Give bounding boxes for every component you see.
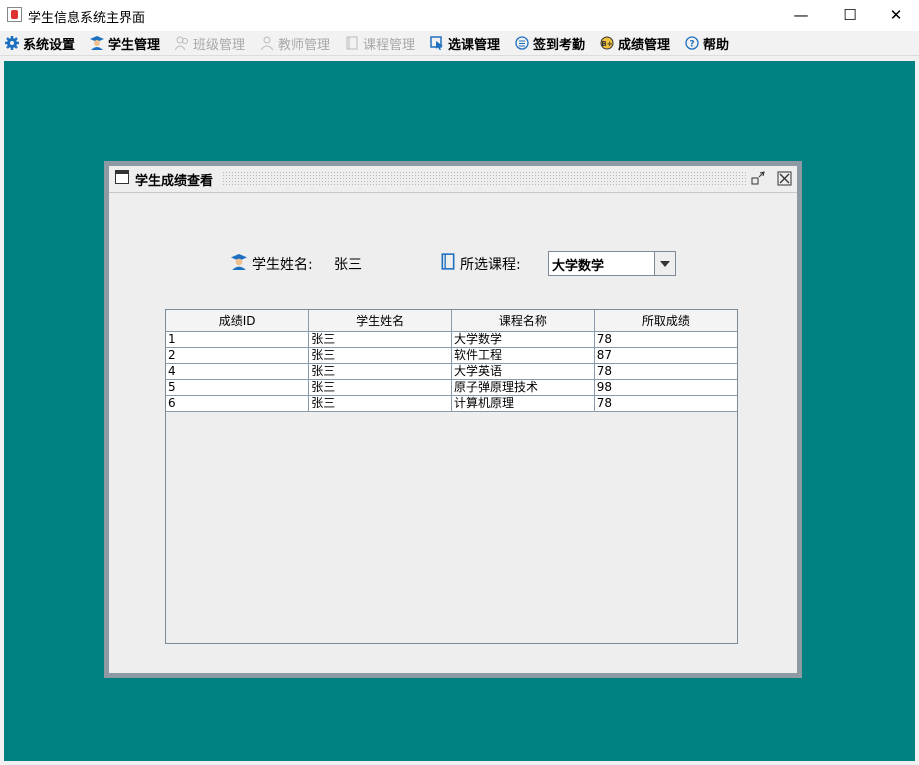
table-row[interactable]: 5 张三 原子弹原理技术 98 xyxy=(166,379,737,396)
menu-label: 教师管理 xyxy=(278,37,331,53)
chevron-down-icon[interactable] xyxy=(654,252,675,275)
iconify-button[interactable] xyxy=(751,171,766,186)
minimize-button[interactable]: — xyxy=(778,0,824,31)
java-app-icon xyxy=(7,7,22,22)
table-row[interactable]: 1 张三 大学数学 78 xyxy=(166,331,737,348)
menu-label: 班级管理 xyxy=(193,37,246,53)
column-header-course-name[interactable]: 课程名称 xyxy=(451,310,595,332)
window-title: 学生信息系统主界面 xyxy=(28,11,146,26)
cell-student-name[interactable]: 张三 xyxy=(308,347,452,364)
maximize-button[interactable]: ☐ xyxy=(827,0,873,31)
cell-course-name[interactable]: 大学数学 xyxy=(451,331,595,348)
cell-score[interactable]: 78 xyxy=(594,363,737,380)
student-icon xyxy=(90,36,104,50)
menu-teacher-management[interactable]: 教师管理 xyxy=(260,34,331,53)
course-icon xyxy=(345,36,359,50)
menu-label: 系统设置 xyxy=(23,37,76,53)
score-table: 成绩ID 学生姓名 课程名称 所取成绩 1 张三 大学数学 78 2 张三 软件… xyxy=(166,310,737,412)
table-row[interactable]: 6 张三 计算机原理 78 xyxy=(166,395,737,412)
cell-course-name[interactable]: 原子弹原理技术 xyxy=(451,379,595,396)
cell-course-name[interactable]: 大学英语 xyxy=(451,363,595,380)
cell-student-name[interactable]: 张三 xyxy=(308,331,452,348)
menu-system-settings[interactable]: 系统设置 xyxy=(5,34,76,53)
internal-frame-titlebar[interactable]: 学生成绩查看 xyxy=(109,166,797,193)
course-label: 所选课程: xyxy=(460,257,521,273)
menu-label: 学生管理 xyxy=(108,37,161,53)
internal-frame: 学生成绩查看 学生姓名: 张三 所选课程: 大学数学 成绩ID 学生姓名 课程名… xyxy=(104,161,802,678)
table-row[interactable]: 4 张三 大学英语 78 xyxy=(166,363,737,380)
titlebar-grip xyxy=(222,171,746,187)
cell-student-name[interactable]: 张三 xyxy=(308,395,452,412)
column-header-score[interactable]: 所取成绩 xyxy=(594,310,737,332)
internal-frame-body: 学生成绩查看 学生姓名: 张三 所选课程: 大学数学 成绩ID 学生姓名 课程名… xyxy=(109,166,797,673)
menu-attendance[interactable]: 签到考勤 xyxy=(515,34,586,53)
cell-student-name[interactable]: 张三 xyxy=(308,379,452,396)
cell-student-name[interactable]: 张三 xyxy=(308,363,452,380)
student-name-value: 张三 xyxy=(334,257,362,273)
cell-score[interactable]: 78 xyxy=(594,331,737,348)
menu-label: 课程管理 xyxy=(363,37,416,53)
class-icon xyxy=(174,36,189,51)
menu-class-management[interactable]: 班级管理 xyxy=(174,34,246,53)
cell-score-id[interactable]: 1 xyxy=(166,331,310,348)
cell-score-id[interactable]: 6 xyxy=(166,395,310,412)
menu-help[interactable]: ? 帮助 xyxy=(685,34,730,53)
menu-course-management[interactable]: 课程管理 xyxy=(345,34,416,53)
help-icon: ? xyxy=(685,36,699,50)
cell-score[interactable]: 78 xyxy=(594,395,737,412)
menu-label: 成绩管理 xyxy=(618,37,671,53)
gear-icon xyxy=(5,36,19,50)
menu-label: 签到考勤 xyxy=(533,37,586,53)
attendance-icon xyxy=(515,36,529,50)
course-select[interactable]: 大学数学 xyxy=(548,251,676,276)
internal-frame-title: 学生成绩查看 xyxy=(135,174,214,189)
cell-score-id[interactable]: 4 xyxy=(166,363,310,380)
cell-score-id[interactable]: 2 xyxy=(166,347,310,364)
student-icon xyxy=(231,254,247,274)
menu-course-selection[interactable]: 选课管理 xyxy=(430,34,501,53)
select-course-icon xyxy=(430,36,444,50)
cell-course-name[interactable]: 软件工程 xyxy=(451,347,595,364)
menu-student-management[interactable]: 学生管理 xyxy=(90,34,161,53)
column-header-student-name[interactable]: 学生姓名 xyxy=(308,310,452,332)
svg-text:B+: B+ xyxy=(601,40,612,48)
frame-window-icon xyxy=(115,170,129,184)
cell-score[interactable]: 87 xyxy=(594,347,737,364)
teacher-icon xyxy=(260,36,274,51)
score-table-scrollpane[interactable]: 成绩ID 学生姓名 课程名称 所取成绩 1 张三 大学数学 78 2 张三 软件… xyxy=(165,309,738,644)
cell-score[interactable]: 98 xyxy=(594,379,737,396)
window-titlebar: 学生信息系统主界面 — ☐ ✕ xyxy=(0,0,919,31)
frame-close-button[interactable] xyxy=(777,171,792,186)
course-book-icon xyxy=(440,253,456,274)
menu-label: 帮助 xyxy=(703,37,730,53)
student-name-label: 学生姓名: xyxy=(252,257,313,273)
table-row[interactable]: 2 张三 软件工程 87 xyxy=(166,347,737,364)
column-header-score-id[interactable]: 成绩ID xyxy=(166,310,310,332)
cell-course-name[interactable]: 计算机原理 xyxy=(451,395,595,412)
menu-bar: 系统设置 学生管理 班级管理 教师管理 课程管理 选课管理 签到考勤 B+ 成绩… xyxy=(0,31,919,56)
cell-score-id[interactable]: 5 xyxy=(166,379,310,396)
menu-label: 选课管理 xyxy=(448,37,501,53)
table-header-row: 成绩ID 学生姓名 课程名称 所取成绩 xyxy=(166,310,737,332)
menu-score-management[interactable]: B+ 成绩管理 xyxy=(600,34,671,53)
svg-text:?: ? xyxy=(689,40,694,50)
score-icon: B+ xyxy=(600,36,614,50)
close-button[interactable]: ✕ xyxy=(873,0,919,31)
course-selected-value: 大学数学 xyxy=(552,259,605,274)
